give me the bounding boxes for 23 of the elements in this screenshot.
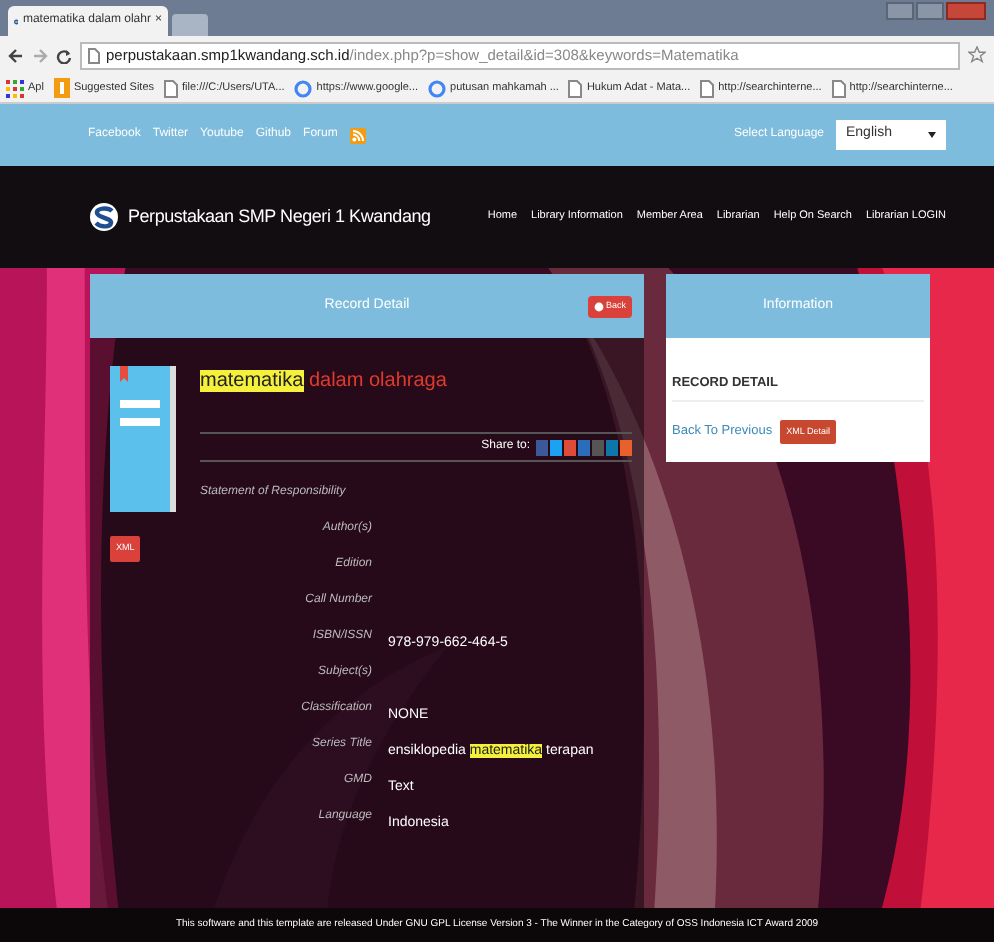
logo-icon [90, 202, 118, 232]
forward-icon[interactable] [32, 47, 48, 63]
maximize-button[interactable] [916, 2, 944, 20]
back-icon[interactable] [8, 47, 24, 63]
dropdown-caret-icon [928, 132, 936, 138]
page-icon [568, 79, 583, 97]
book-icon [110, 366, 176, 512]
page-icon [831, 79, 846, 97]
page-icon [700, 79, 715, 97]
page-icon [88, 47, 100, 63]
minimize-button[interactable] [886, 2, 914, 20]
circle-icon [593, 301, 604, 311]
g-logo-icon [294, 79, 313, 97]
record-title: matematika dalam olahraga [200, 368, 449, 396]
star-icon[interactable] [968, 46, 986, 64]
site-title: Perpustakaan SMP Negeri 1 Kwandang [128, 203, 431, 230]
reload-icon[interactable] [56, 47, 72, 63]
bookmark-icon [53, 78, 70, 98]
rss-icon[interactable] [349, 127, 366, 143]
g-logo-icon [428, 79, 447, 97]
close-button[interactable] [946, 2, 986, 20]
apps-icon [6, 79, 24, 97]
page-icon [164, 79, 179, 97]
